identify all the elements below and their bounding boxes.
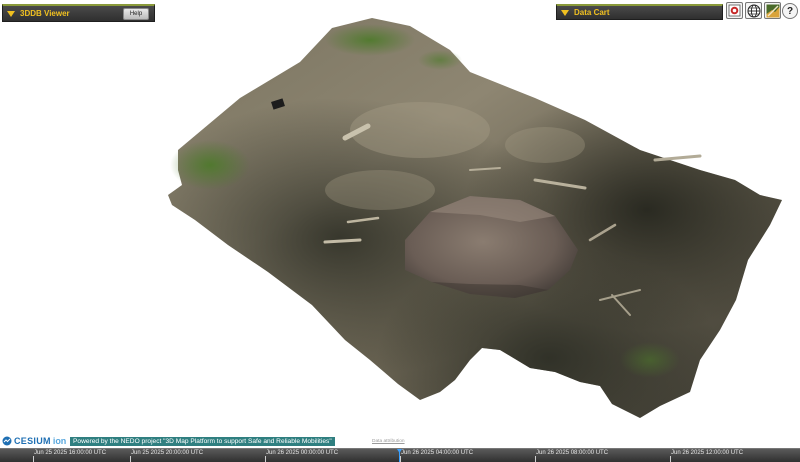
timeline-label: Jun 26 2025 00:00:00 UTC [266,450,339,456]
viewer-panel[interactable]: 3DDB Viewer Help [2,4,155,22]
collapse-triangle-icon[interactable] [561,9,569,16]
collapse-triangle-icon[interactable] [7,10,15,17]
data-attribution-link[interactable]: Data attribution [372,439,405,444]
timeline-tick [670,456,671,462]
nedo-credit-link[interactable]: Powered by the NEDO project "3D Map Plat… [70,437,335,446]
home-button[interactable] [726,2,743,19]
3d-scene-canvas[interactable] [0,0,800,462]
ion-wordmark: ion [52,436,67,446]
home-icon [728,4,741,17]
timeline-label: Jun 25 2025 16:00:00 UTC [34,450,107,456]
cesium-ion-logo[interactable]: CESIUM ion [2,436,66,446]
timeline-tick [130,456,131,462]
timeline-tick [33,456,34,462]
globe-button[interactable] [745,2,762,19]
map-layers-button[interactable] [764,2,781,19]
timeline-label: Jun 25 2025 20:00:00 UTC [131,450,204,456]
help-button[interactable]: Help [123,8,149,20]
credits-bar: CESIUM ion Powered by the NEDO project "… [0,436,800,448]
globe-icon [747,4,760,17]
timeline-needle[interactable] [397,449,402,462]
help-icon: ? [786,5,794,17]
timeline-tick [535,456,536,462]
data-cart-title: Data Cart [574,8,610,17]
cesium-wordmark: CESIUM [14,436,51,446]
timeline-label: Jun 26 2025 04:00:00 UTC [401,450,474,456]
timeline-label: Jun 26 2025 12:00:00 UTC [671,450,744,456]
viewer-panel-title: 3DDB Viewer [20,9,70,18]
timeline-label: Jun 26 2025 08:00:00 UTC [536,450,609,456]
cesium-logo-icon [2,436,12,446]
timeline[interactable]: Jun 25 2025 16:00:00 UTC Jun 25 2025 20:… [0,448,800,462]
timeline-tick [265,456,266,462]
data-cart-panel[interactable]: Data Cart [556,4,723,20]
map-layers-icon [766,4,779,17]
help-icon-button[interactable]: ? [782,3,798,19]
